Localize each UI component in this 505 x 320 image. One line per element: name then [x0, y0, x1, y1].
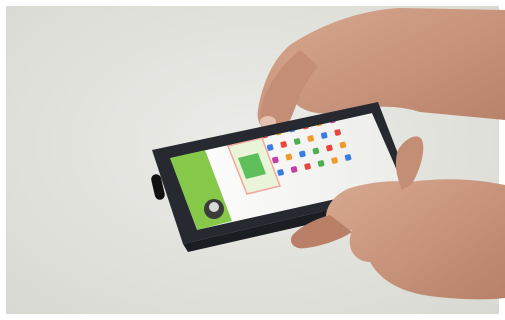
photo-illustration	[0, 0, 505, 320]
avatar-face	[209, 202, 219, 212]
photo-scene	[0, 0, 505, 320]
